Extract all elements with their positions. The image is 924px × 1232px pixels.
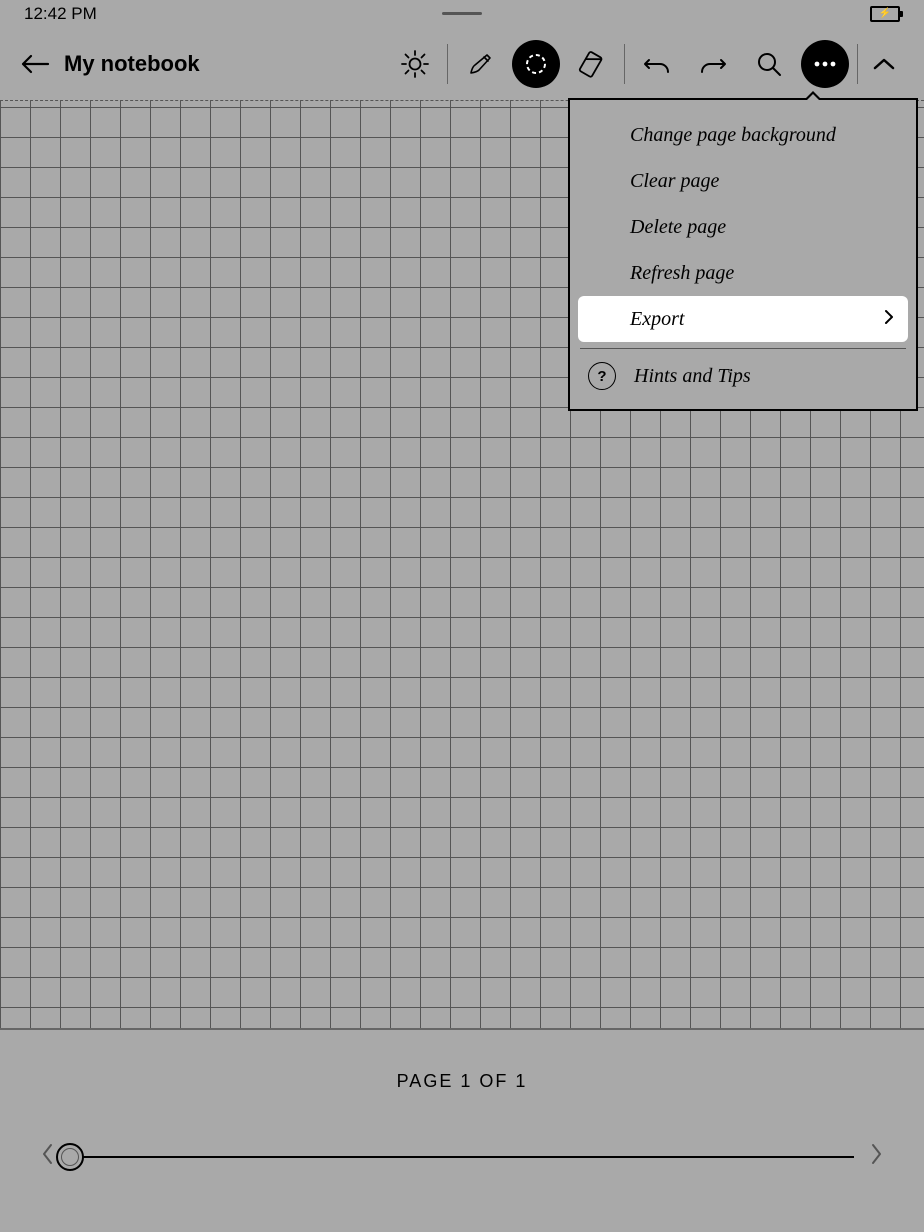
menu-item-label: Change page background: [630, 124, 836, 147]
divider: [624, 44, 625, 84]
toolbar: My notebook: [0, 28, 924, 100]
menu-item-clear-page[interactable]: Clear page: [578, 158, 908, 204]
more-menu: Change page background Clear page Delete…: [568, 98, 918, 411]
menu-divider: [580, 348, 906, 349]
next-page-button[interactable]: [870, 1142, 884, 1171]
menu-item-label: Refresh page: [630, 262, 734, 285]
clock: 12:42 PM: [24, 4, 97, 24]
divider: [447, 44, 448, 84]
notebook-title[interactable]: My notebook: [64, 51, 200, 77]
lasso-icon: [521, 49, 551, 79]
undo-button[interactable]: [629, 36, 685, 92]
page-indicator: PAGE 1 OF 1: [397, 1071, 528, 1092]
menu-item-change-background[interactable]: Change page background: [578, 112, 908, 158]
redo-icon: [698, 52, 728, 76]
menu-item-delete-page[interactable]: Delete page: [578, 204, 908, 250]
chevron-right-icon: [870, 1142, 884, 1166]
page-slider: [0, 1142, 924, 1171]
help-icon: ?: [588, 362, 616, 390]
brightness-button[interactable]: [387, 36, 443, 92]
more-icon: [812, 59, 838, 69]
menu-item-hints-tips[interactable]: ? Hints and Tips: [578, 353, 908, 399]
pen-tool-button[interactable]: [452, 36, 508, 92]
page-slider-track[interactable]: [70, 1156, 854, 1158]
arrow-left-icon: [20, 52, 50, 76]
drag-handle[interactable]: [442, 12, 482, 15]
chevron-up-icon: [873, 57, 895, 71]
page-slider-thumb[interactable]: [56, 1143, 84, 1171]
divider: [857, 44, 858, 84]
back-button[interactable]: [20, 36, 50, 92]
menu-item-label: Export: [630, 308, 684, 331]
search-button[interactable]: [741, 36, 797, 92]
eraser-icon: [578, 50, 606, 78]
undo-icon: [642, 52, 672, 76]
menu-item-export[interactable]: Export: [578, 296, 908, 342]
chevron-left-icon: [40, 1142, 54, 1166]
menu-item-refresh-page[interactable]: Refresh page: [578, 250, 908, 296]
redo-button[interactable]: [685, 36, 741, 92]
status-bar: 12:42 PM ⚡: [0, 0, 924, 28]
chevron-right-icon: [884, 308, 894, 331]
menu-item-label: Delete page: [630, 216, 726, 239]
battery-charging-icon: ⚡: [870, 6, 900, 22]
collapse-button[interactable]: [862, 36, 906, 92]
previous-page-button[interactable]: [40, 1142, 54, 1171]
eraser-tool-button[interactable]: [564, 36, 620, 92]
more-menu-button[interactable]: [801, 40, 849, 88]
bottom-bar: PAGE 1 OF 1: [0, 1030, 924, 1232]
lasso-tool-button[interactable]: [512, 40, 560, 88]
search-icon: [755, 50, 783, 78]
brightness-icon: [400, 49, 430, 79]
menu-item-label: Hints and Tips: [634, 365, 751, 388]
menu-item-label: Clear page: [630, 170, 719, 193]
pen-icon: [465, 49, 495, 79]
